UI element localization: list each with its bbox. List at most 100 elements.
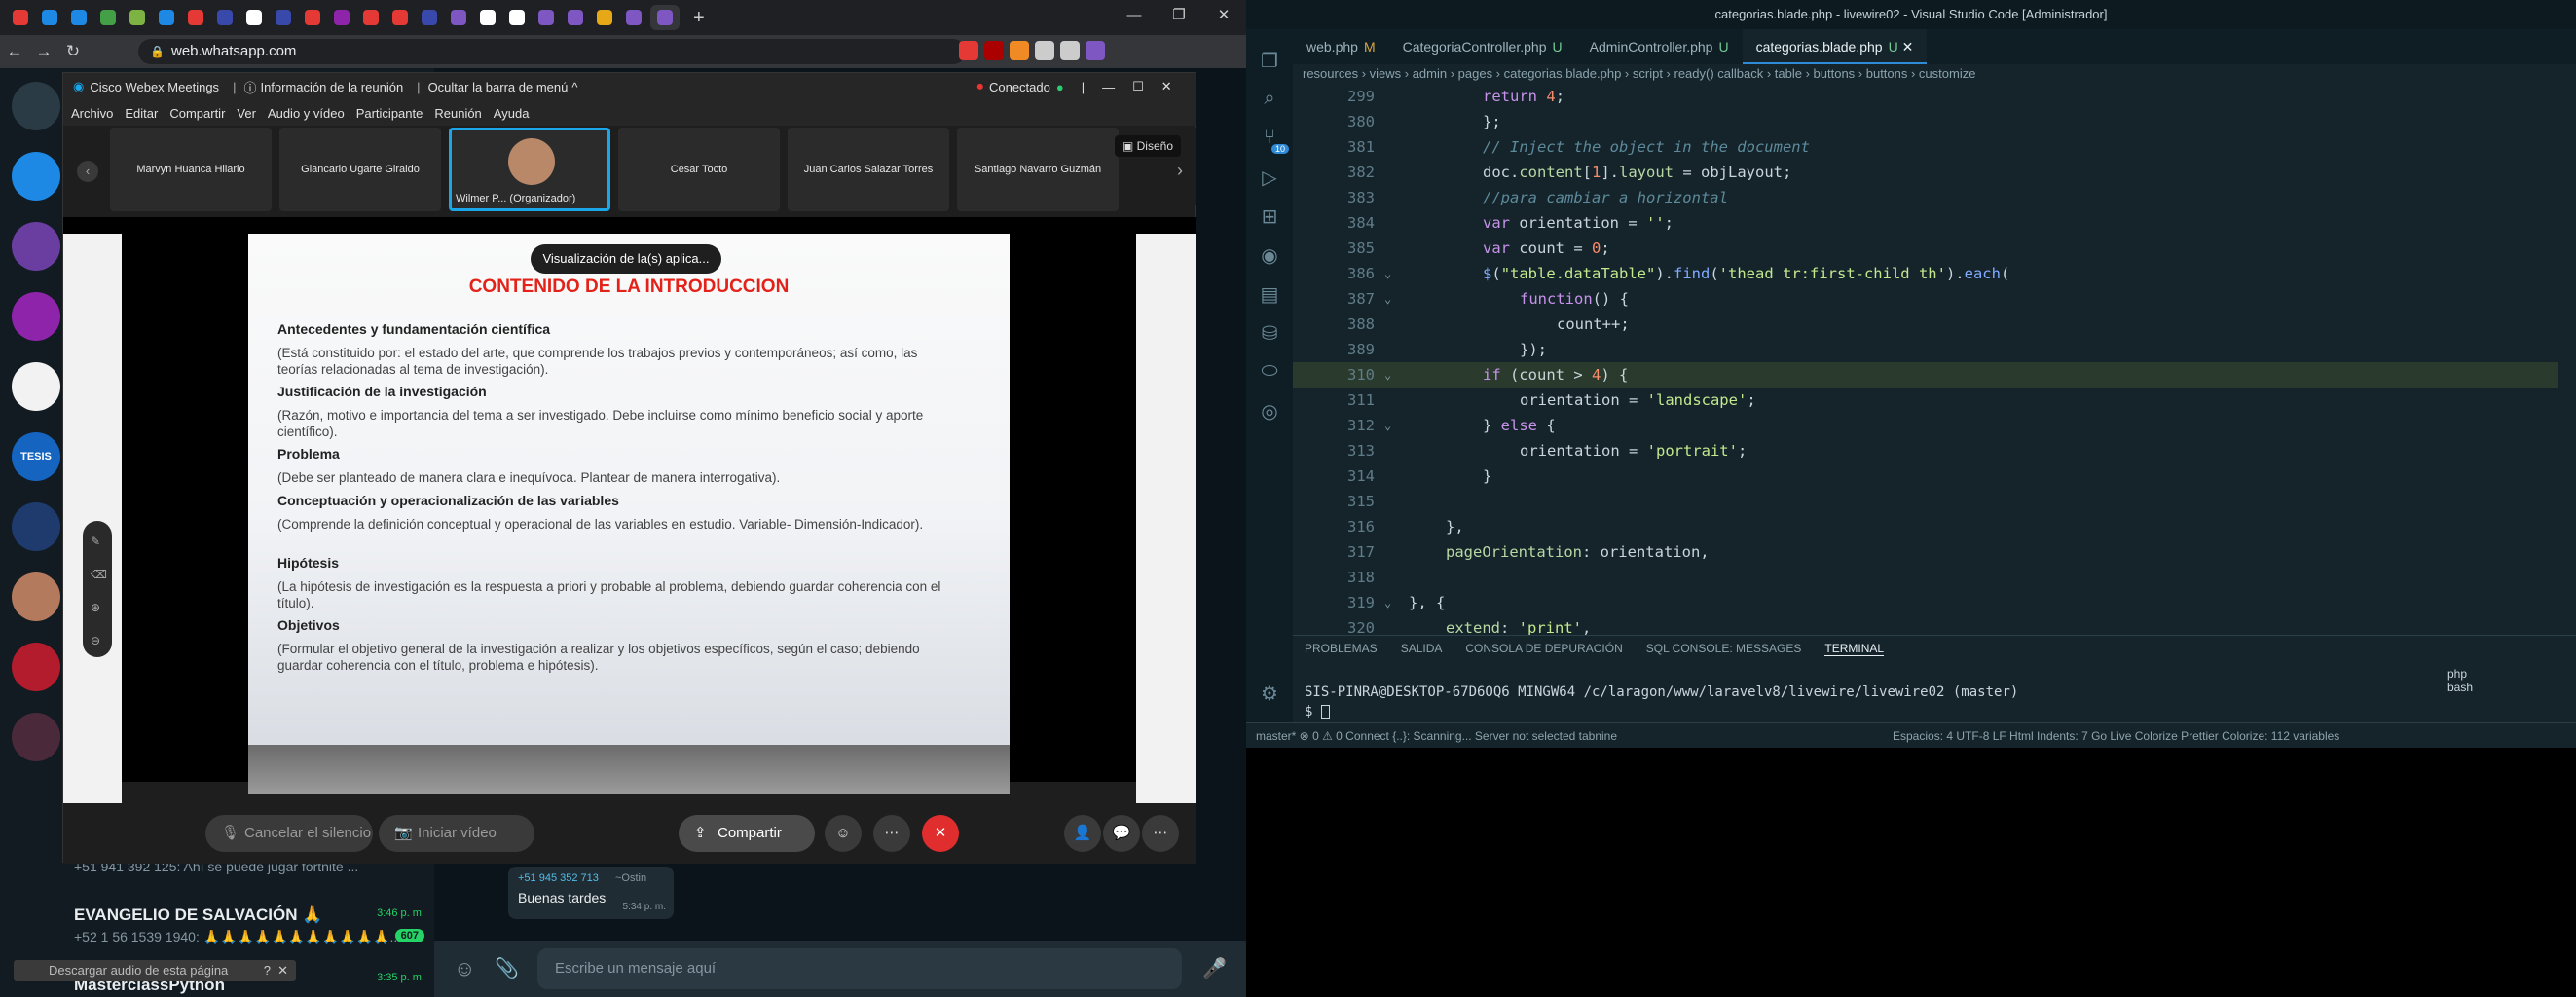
participants-icon[interactable]: 👤 xyxy=(1064,815,1101,852)
browser-tab[interactable] xyxy=(241,5,267,30)
extension-icon[interactable] xyxy=(984,41,1004,60)
menu-item[interactable]: Reunión xyxy=(434,106,481,121)
browser-tab[interactable] xyxy=(417,5,442,30)
minimize-button[interactable]: — xyxy=(1112,0,1157,29)
browser-tab[interactable] xyxy=(387,5,413,30)
run-debug-icon[interactable]: ▷ xyxy=(1258,166,1281,189)
close-tab-icon[interactable]: ✕ xyxy=(1898,39,1914,55)
maximize-button[interactable]: ❐ xyxy=(1157,0,1201,29)
maximize-button[interactable]: ☐ xyxy=(1132,79,1144,94)
editor-tab[interactable]: AdminController.php U xyxy=(1576,29,1743,64)
editor-tab[interactable]: categorias.blade.php U ✕ xyxy=(1742,29,1928,64)
menu-item[interactable]: Editar xyxy=(125,106,158,121)
video-button[interactable]: 📷 Iniciar vídeo xyxy=(379,815,534,852)
browser-tab[interactable] xyxy=(154,5,179,30)
participant-tile[interactable]: Santiago Navarro Guzmán xyxy=(957,128,1119,211)
chat-item[interactable]: EVANGELIO DE SALVACIÓN 🙏 3:46 p. m. +52 … xyxy=(62,898,434,966)
meeting-info-link[interactable]: Información de la reunión xyxy=(260,80,403,94)
chat-avatar[interactable] xyxy=(12,362,60,411)
layout-button[interactable]: ▣ Diseño xyxy=(1114,135,1181,157)
editor-tab[interactable]: web.php M xyxy=(1293,29,1389,64)
chat-icon[interactable]: 💬 xyxy=(1103,815,1140,852)
chat-avatar[interactable] xyxy=(12,713,60,761)
browser-tab[interactable] xyxy=(300,5,325,30)
reload-button[interactable]: ↻ xyxy=(58,42,88,61)
chat-avatar[interactable] xyxy=(12,152,60,201)
zoom-in-icon[interactable]: ⊕ xyxy=(91,601,100,614)
chevron-left-icon[interactable]: ‹ xyxy=(77,161,98,182)
download-audio-bar[interactable]: Descargar audio de esta página ? ✕ xyxy=(14,960,296,981)
browser-tab[interactable] xyxy=(95,5,121,30)
terminal-input[interactable]: $ xyxy=(1305,704,1330,720)
browser-tab[interactable] xyxy=(504,5,530,30)
forward-button[interactable]: → xyxy=(29,42,58,61)
browser-tab[interactable] xyxy=(358,5,384,30)
menu-item[interactable]: Compartir xyxy=(169,106,225,121)
browser-tab[interactable] xyxy=(8,5,33,30)
menu-item[interactable]: Ver xyxy=(237,106,256,121)
browser-tab[interactable] xyxy=(621,5,646,30)
panel-tab[interactable]: CONSOLA DE DEPURACIÓN xyxy=(1465,642,1622,656)
extension-icon[interactable] xyxy=(1086,41,1105,60)
chevron-right-icon[interactable]: › xyxy=(1177,161,1183,181)
new-tab-button[interactable]: + xyxy=(693,7,705,29)
reactions-button[interactable]: ☺ xyxy=(825,815,862,852)
more-icon[interactable]: ⋯ xyxy=(1142,815,1179,852)
fold-chevron-icon[interactable]: ⌄ xyxy=(1384,286,1391,312)
explorer-icon[interactable]: ❐ xyxy=(1258,49,1281,72)
browser-tab[interactable] xyxy=(475,5,500,30)
menu-item[interactable]: Archivo xyxy=(71,106,113,121)
notes-icon[interactable]: ▤ xyxy=(1258,282,1281,306)
fold-chevron-icon[interactable]: ⌄ xyxy=(1384,261,1391,286)
browser-tab[interactable] xyxy=(650,5,680,30)
chat-avatar[interactable] xyxy=(12,572,60,621)
shell-item-bash[interactable]: bash xyxy=(2447,681,2473,694)
browser-tab[interactable] xyxy=(329,5,354,30)
participant-tile[interactable]: Marvyn Huanca Hilario xyxy=(110,128,272,211)
browser-tab[interactable] xyxy=(37,5,62,30)
more-options-button[interactable]: ⋯ xyxy=(873,815,910,852)
chat-avatar[interactable] xyxy=(12,643,60,691)
extensions-icon[interactable]: ⊞ xyxy=(1258,204,1281,228)
settings-gear-icon[interactable]: ⚙ xyxy=(1258,682,1281,705)
participant-tile[interactable]: Wilmer P... (Organizador) xyxy=(449,128,610,211)
search-icon[interactable]: ⌕ xyxy=(1258,88,1281,111)
hide-menu-link[interactable]: Ocultar la barra de menú xyxy=(428,80,569,94)
eraser-icon[interactable]: ⌫ xyxy=(91,568,107,581)
storage-icon[interactable]: ⬭ xyxy=(1258,360,1281,384)
status-left[interactable]: master* ⊗ 0 ⚠ 0 Connect {..}: Scanning..… xyxy=(1256,723,1617,748)
close-button[interactable]: ✕ xyxy=(1201,0,1246,29)
zoom-out-icon[interactable]: ⊖ xyxy=(91,634,100,647)
browser-tab[interactable] xyxy=(271,5,296,30)
microphone-icon[interactable]: 🎤 xyxy=(1202,956,1227,980)
extension-icon[interactable] xyxy=(1010,41,1029,60)
menu-item[interactable]: Ayuda xyxy=(494,106,530,121)
browser-tab[interactable] xyxy=(446,5,471,30)
panel-tab[interactable]: SQL CONSOLE: MESSAGES xyxy=(1646,642,1802,656)
extension-icon[interactable] xyxy=(1060,41,1080,60)
pen-icon[interactable]: ✎ xyxy=(91,535,100,548)
browser-tab[interactable] xyxy=(534,5,559,30)
status-right[interactable]: Espacios: 4 UTF-8 LF Html Indents: 7 Go … xyxy=(1893,723,2339,748)
participant-tile[interactable]: Cesar Tocto xyxy=(618,128,780,211)
editor-tab[interactable]: CategoriaController.php U xyxy=(1389,29,1576,64)
chat-avatar[interactable] xyxy=(12,222,60,271)
minimize-button[interactable]: — xyxy=(1102,80,1115,94)
menu-item[interactable]: Audio y vídeo xyxy=(268,106,345,121)
panel-tab[interactable]: TERMINAL xyxy=(1824,642,1885,656)
github-icon[interactable]: ◎ xyxy=(1258,399,1281,423)
emoji-icon[interactable]: ☺ xyxy=(454,956,475,981)
message-input[interactable]: Escribe un mensaje aquí xyxy=(537,948,1182,989)
browser-tab[interactable] xyxy=(66,5,92,30)
participant-tile[interactable]: Juan Carlos Salazar Torres xyxy=(788,128,949,211)
extension-icon[interactable] xyxy=(1035,41,1054,60)
menu-item[interactable]: Participante xyxy=(356,106,423,121)
fold-chevron-icon[interactable]: ⌄ xyxy=(1384,590,1391,615)
chat-avatar[interactable]: TESIS xyxy=(12,432,60,481)
browser-tab[interactable] xyxy=(592,5,617,30)
mute-button[interactable]: 🎙 Cancelar el silencio xyxy=(205,815,373,852)
chat-avatar[interactable] xyxy=(12,82,60,130)
database-icon[interactable]: ⛁ xyxy=(1258,321,1281,345)
attach-icon[interactable]: 📎 xyxy=(495,956,519,980)
browser-tab[interactable] xyxy=(563,5,588,30)
